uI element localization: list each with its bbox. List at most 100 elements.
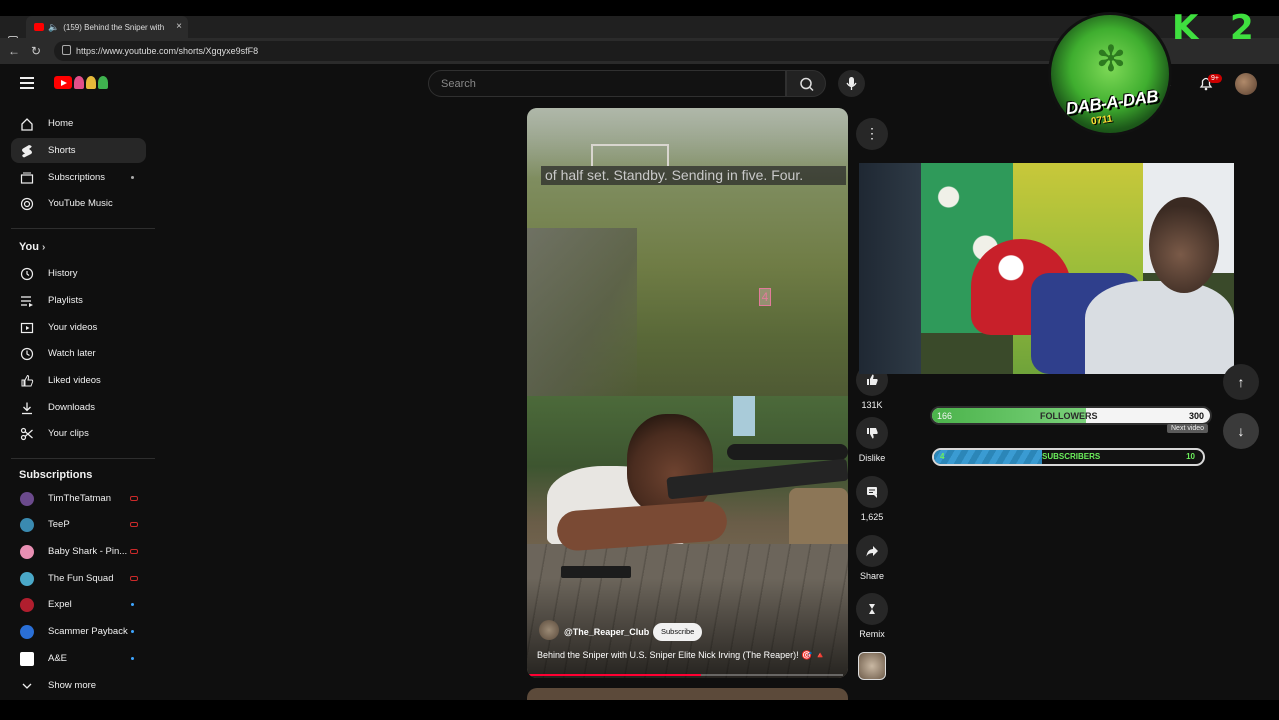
sidebar-item-home[interactable]: Home (11, 111, 146, 136)
dab-a-dab-logo: ✻ DAB-A-DAB 0711 (1048, 12, 1172, 136)
url-text: https://www.youtube.com/shorts/Xgqyxe9sf… (76, 46, 259, 56)
live-icon (130, 576, 138, 581)
sidebar-item-history[interactable]: History (11, 261, 146, 286)
dislike-label: Dislike (858, 453, 886, 463)
sidebar-item-label: Downloads (48, 402, 95, 413)
tab-close-icon[interactable]: × (176, 21, 182, 32)
new-content-dot (131, 176, 134, 179)
speaker-icon[interactable]: 🔈 (48, 22, 59, 33)
new-content-dot (131, 657, 134, 660)
sidebar-item-label: Playlists (48, 295, 83, 306)
streamer-webcam (859, 163, 1234, 374)
search-icon (800, 77, 814, 92)
search-input[interactable]: Search (428, 70, 786, 97)
sidebar-subscription-the-fun-squad[interactable]: The Fun Squad (11, 566, 146, 591)
previous-video-button[interactable]: ↑ (1223, 364, 1259, 400)
audio-source-thumbnail[interactable] (858, 652, 886, 680)
channel-name-link[interactable]: @The_Reaper_Club (564, 627, 649, 637)
leaf-icon: ✻ (1095, 38, 1127, 79)
account-avatar[interactable] (1235, 73, 1257, 95)
channel-avatar[interactable] (539, 620, 559, 640)
menu-icon[interactable] (20, 77, 34, 92)
sidebar-subscription-a-and-e[interactable]: A&E (11, 646, 146, 671)
comment-count: 1,625 (860, 512, 884, 522)
you-section-header[interactable]: You › (19, 241, 45, 253)
remix-button[interactable]: Remix (856, 593, 888, 639)
sidebar-subscription-expel[interactable]: Expel (11, 592, 146, 617)
live-icon (130, 496, 138, 501)
share-icon (856, 535, 888, 567)
progress-bar[interactable] (527, 674, 843, 676)
sidebar-item-label: YouTube Music (48, 198, 113, 209)
chevron-right-icon: › (42, 242, 46, 253)
sidebar-item-label: Liked videos (48, 375, 101, 386)
shorts-player[interactable]: 4 of half set. Standby. Sending in five.… (527, 108, 848, 678)
subscribers-label: SUBSCRIBERS (1042, 452, 1101, 461)
sidebar-item-label: TimTheTatman (48, 493, 111, 504)
logo-doodle-icon (74, 76, 84, 89)
subscribers-goal-fill (934, 450, 1042, 464)
tab-title: (159) Behind the Sniper with (63, 22, 165, 32)
address-bar[interactable]: https://www.youtube.com/shorts/Xgqyxe9sf… (54, 41, 1154, 61)
sidebar-item-label: TeeP (48, 519, 70, 530)
site-info-icon[interactable] (62, 45, 71, 55)
sidebar-item-playlists[interactable]: Playlists (11, 288, 146, 313)
search-button[interactable] (786, 70, 826, 97)
comments-button[interactable]: 1,625 (856, 476, 888, 522)
playlists-icon (20, 294, 34, 308)
channel-avatar (20, 491, 34, 506)
next-video-button[interactable]: ↓ (1223, 413, 1259, 449)
sidebar-item-your-videos[interactable]: Your videos (11, 315, 146, 340)
subscribe-button[interactable]: Subscribe (653, 623, 703, 641)
live-icon (130, 522, 138, 527)
sidebar-item-your-clips[interactable]: Your clips (11, 421, 146, 446)
video-caption: of half set. Standby. Sending in five. F… (541, 166, 846, 185)
channel-avatar (20, 624, 34, 639)
share-button[interactable]: Share (856, 535, 888, 581)
notification-badge: 9+ (1208, 74, 1222, 83)
dislike-button[interactable]: Dislike (856, 417, 888, 463)
sidebar-item-label: The Fun Squad (48, 573, 114, 584)
screen-bottom-border (0, 700, 1279, 720)
more-options-button[interactable]: ⋮ (856, 118, 888, 150)
subscriptions-icon (20, 171, 34, 185)
sidebar-item-label: A&E (48, 653, 68, 664)
sidebar-item-liked-videos[interactable]: Liked videos (11, 368, 146, 393)
short-title[interactable]: Behind the Sniper with U.S. Sniper Elite… (537, 650, 826, 661)
browser-tab[interactable]: 🔈 (159) Behind the Sniper with × (26, 16, 188, 38)
back-icon[interactable]: ← (8, 44, 20, 58)
sidebar-subscription-teep[interactable]: TeeP (11, 512, 146, 537)
followers-goal-bar: 166 FOLLOWERS 300 (930, 406, 1212, 425)
more-vert-icon: ⋮ (865, 125, 879, 141)
remix-label: Remix (859, 629, 885, 639)
channel-avatar (20, 571, 34, 586)
sidebar-subscription-timthetatman[interactable]: TimTheTatman (11, 486, 146, 511)
thumb-down-icon (856, 417, 888, 449)
next-short-preview[interactable] (527, 688, 848, 700)
followers-current: 166 (937, 411, 953, 421)
sidebar-subscription-baby-shark[interactable]: Baby Shark - Pin... (11, 539, 146, 564)
dab-logo-number: 0711 (1090, 113, 1114, 128)
new-content-dot (131, 603, 134, 606)
sidebar-item-youtube-music[interactable]: YouTube Music (11, 191, 146, 216)
sidebar-item-subscriptions[interactable]: Subscriptions (11, 165, 146, 190)
voice-search-button[interactable] (838, 70, 865, 97)
sidebar-item-downloads[interactable]: Downloads (11, 395, 146, 420)
show-more-button[interactable]: Show more (11, 673, 146, 698)
target-frame (591, 144, 669, 166)
sidebar-item-label: Watch later (48, 348, 96, 359)
sidebar-item-shorts[interactable]: Shorts (11, 138, 146, 163)
target-number: 4 (759, 288, 771, 306)
scissors-icon (20, 427, 34, 441)
arrow-up-icon: ↑ (1237, 374, 1245, 390)
like-count: 131K (861, 400, 883, 410)
sidebar-subscription-scammer-payback[interactable]: Scammer Payback (11, 619, 146, 644)
progress-fill (527, 674, 701, 676)
sidebar-item-label: Subscriptions (48, 172, 106, 183)
sidebar-item-label: Your videos (48, 322, 98, 333)
webcam-shelf (859, 163, 921, 374)
youtube-logo[interactable] (54, 76, 72, 89)
sidebar-item-watch-later[interactable]: Watch later (11, 341, 146, 366)
reload-icon[interactable]: ↻ (31, 44, 41, 58)
scene-rifle-scope (727, 444, 848, 460)
